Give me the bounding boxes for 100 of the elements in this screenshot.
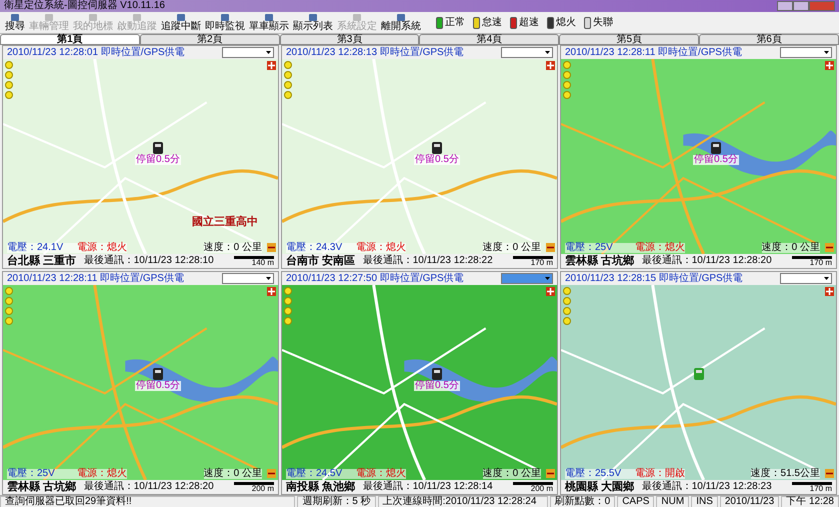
toolbar-button[interactable]: 單車顯示: [248, 13, 290, 32]
marker-label: 停留0.5分: [414, 154, 460, 165]
location-text: 桃園縣 大園鄉: [565, 482, 634, 492]
vehicle-dropdown[interactable]: [222, 47, 274, 58]
legend-label: 失聯: [593, 18, 613, 28]
power-text: 電源：熄火: [77, 242, 127, 252]
marker-label: 停留0.5分: [693, 154, 739, 165]
voltage-text: 電壓：24.3V: [286, 242, 356, 252]
voltage-text: 電壓：25V: [7, 468, 77, 478]
toolbar-icon: [176, 13, 186, 22]
vehicle-icon: [693, 366, 705, 381]
speed-text: 速度：51.5公里: [750, 468, 820, 478]
page-tab[interactable]: 第3頁: [280, 34, 420, 45]
toolbar-button[interactable]: 搜尋: [4, 13, 26, 32]
vehicle-dropdown[interactable]: [780, 273, 832, 284]
last-contact-text: 最後通訊：10/11/23 12:28:20: [84, 482, 214, 492]
zoom-out-icon[interactable]: [546, 243, 555, 252]
toolbar-icon: [132, 13, 142, 22]
legend-label: 正常: [445, 18, 465, 28]
scale-text: 200 m: [530, 484, 553, 492]
status-field: 2010/11/23: [720, 496, 780, 507]
scale-bar: [792, 256, 832, 258]
zoom-in-icon[interactable]: [546, 61, 555, 70]
voltage-text: 電壓：24.5V: [286, 468, 356, 478]
page-tab[interactable]: 第6頁: [699, 34, 839, 45]
last-contact-text: 最後通訊：10/11/23 12:28:20: [642, 256, 772, 266]
scale-bar: [513, 482, 553, 484]
legend-label: 超速: [519, 18, 539, 28]
zoom-in-icon[interactable]: [546, 287, 555, 296]
toolbar-icon: [352, 13, 362, 22]
scale-text: 170 m: [810, 484, 832, 492]
vehicle-dropdown[interactable]: [501, 47, 553, 58]
last-contact-text: 最後通訊：10/11/23 12:28:14: [362, 482, 493, 492]
last-contact-text: 最後通訊：10/11/23 12:28:23: [642, 482, 772, 492]
speed-text: 速度：0 公里: [482, 242, 541, 252]
status-field: 查詢伺服器已取回29筆資料!!: [0, 496, 296, 507]
location-text: 雲林縣 古坑鄉: [565, 256, 634, 266]
zoom-in-icon[interactable]: [267, 287, 276, 296]
zoom-out-icon[interactable]: [825, 243, 834, 252]
toolbar-button[interactable]: 離開系統: [380, 13, 422, 32]
speed-text: 速度：0 公里: [762, 242, 820, 252]
panel-header: 2010/11/23 12:28:01 即時位置/GPS供電: [7, 48, 185, 58]
scale-bar: [792, 482, 832, 484]
zoom-in-icon[interactable]: [825, 61, 834, 70]
zoom-out-icon[interactable]: [825, 469, 834, 478]
vehicle-dropdown[interactable]: [780, 47, 832, 58]
toolbar-icon: [264, 13, 274, 22]
scale-bar: [234, 256, 274, 258]
toolbar-button[interactable]: 追蹤中斷: [160, 13, 202, 32]
zoom-out-icon[interactable]: [546, 469, 555, 478]
legend-label: 熄火: [556, 18, 576, 28]
location-text: 台南市 安南區: [286, 256, 355, 266]
voltage-text: 電壓：24.1V: [7, 242, 77, 252]
maximize-button[interactable]: [793, 1, 809, 11]
last-contact-text: 最後通訊：10/11/23 12:28:22: [362, 256, 493, 266]
power-text: 電源：熄火: [356, 468, 406, 478]
vehicle-dropdown[interactable]: [222, 273, 274, 284]
status-field: 週期刷新：5 秒: [297, 496, 376, 507]
toolbar-button[interactable]: 即時監視: [204, 13, 246, 32]
scale-text: 140 m: [252, 258, 274, 266]
page-tab[interactable]: 第4頁: [419, 34, 560, 45]
zoom-in-icon[interactable]: [267, 61, 276, 70]
page-tab[interactable]: 第1頁: [0, 34, 140, 45]
toolbar-icon: [10, 13, 20, 22]
location-text: 南投縣 魚池鄉: [286, 482, 355, 492]
status-field: INS: [691, 496, 718, 507]
minimize-button[interactable]: [777, 1, 793, 11]
scale-bar: [234, 482, 274, 484]
toolbar-icon: [44, 13, 54, 22]
marker-label: 停留0.5分: [135, 154, 181, 165]
panel-header: 2010/11/23 12:28:15 即時位置/GPS供電: [565, 274, 743, 284]
marker-label: 停留0.5分: [135, 380, 181, 391]
last-contact-text: 最後通訊：10/11/23 12:28:10: [84, 256, 214, 266]
power-text: 電源：熄火: [77, 468, 127, 478]
scale-bar: [513, 256, 553, 258]
page-tab[interactable]: 第5頁: [559, 34, 700, 45]
toolbar-icon: [396, 13, 406, 22]
voltage-text: 電壓：25V: [565, 242, 635, 252]
legend-label: 怠速: [482, 18, 502, 28]
page-tab[interactable]: 第2頁: [140, 34, 280, 45]
scale-text: 170 m: [810, 258, 832, 266]
panel-header: 2010/11/23 12:27:50 即時位置/GPS供電: [286, 274, 464, 284]
voltage-text: 電壓：25.5V: [565, 468, 635, 478]
status-field: 刷新點數：0: [550, 496, 616, 507]
map-label: 國立三重高中: [192, 214, 258, 230]
zoom-out-icon[interactable]: [267, 469, 276, 478]
toolbar-icon: [88, 13, 98, 22]
panel-header: 2010/11/23 12:28:11 即時位置/GPS供電: [7, 274, 184, 284]
zoom-in-icon[interactable]: [825, 287, 834, 296]
location-text: 台北縣 三重市: [7, 256, 76, 266]
status-field: 下午 12:28: [781, 496, 839, 507]
toolbar-button[interactable]: 顯示列表: [292, 13, 334, 32]
panel-header: 2010/11/23 12:28:13 即時位置/GPS供電: [286, 48, 464, 58]
speed-text: 速度：0 公里: [482, 468, 541, 478]
zoom-out-icon[interactable]: [267, 243, 276, 252]
toolbar-icon: [220, 13, 230, 22]
status-field: 上次連線時間:2010/11/23 12:28:24: [378, 496, 548, 507]
marker-label: 停留0.5分: [414, 380, 460, 391]
speed-text: 速度：0 公里: [204, 468, 262, 478]
status-field: NUM: [656, 496, 690, 507]
